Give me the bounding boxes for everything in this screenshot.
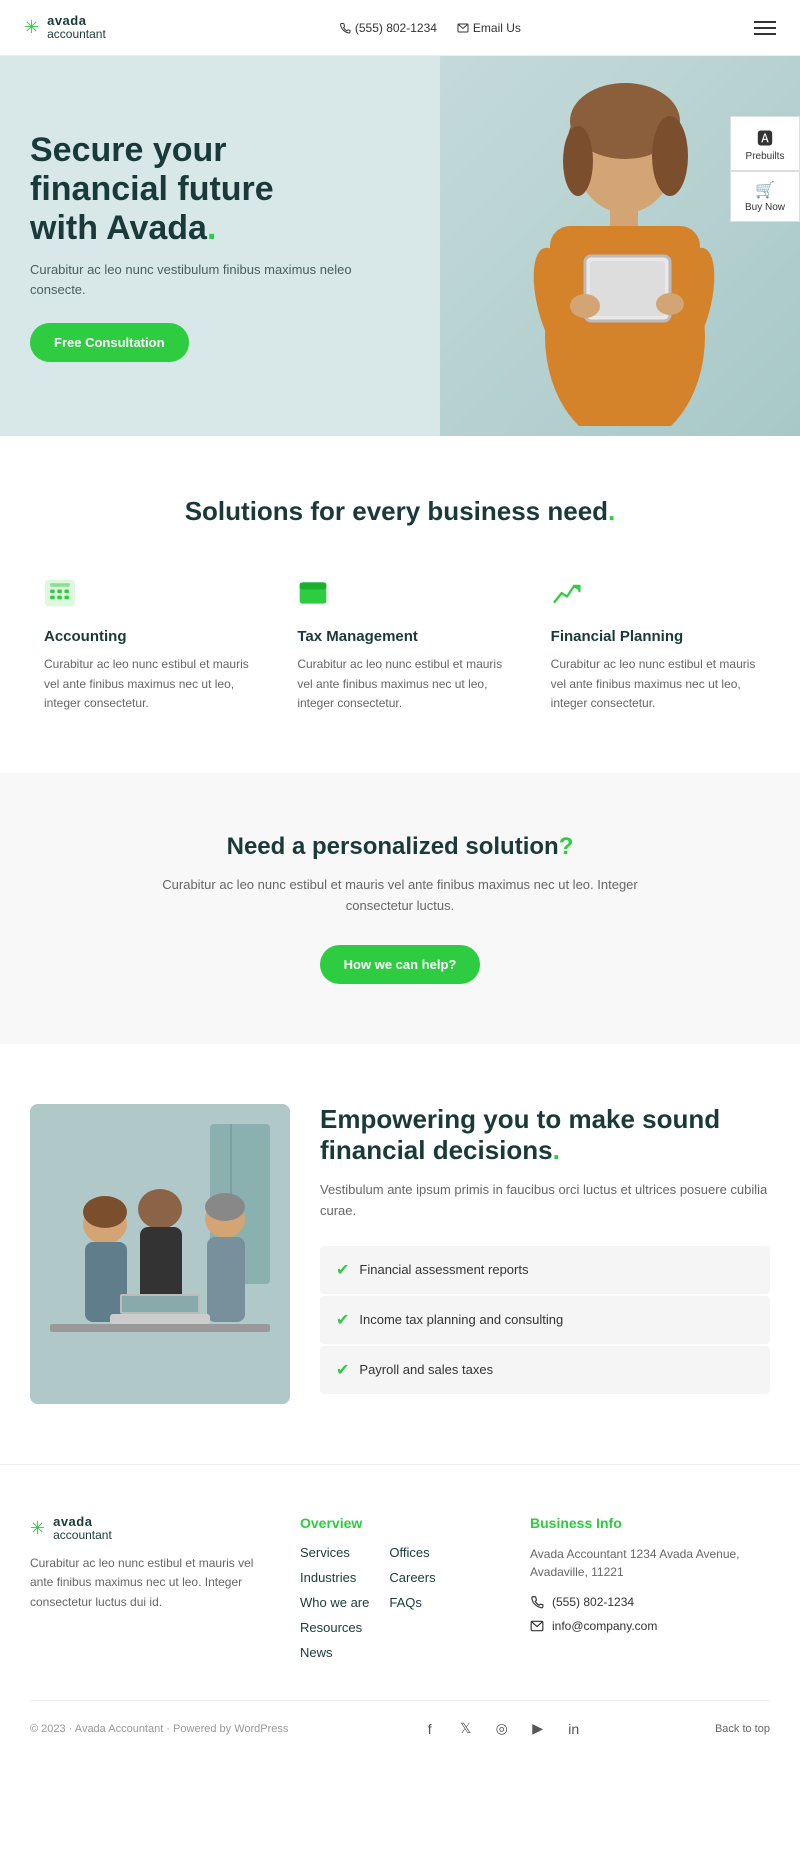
footer-phone-icon <box>530 1595 544 1609</box>
instagram-icon[interactable]: ◎ <box>490 1717 514 1741</box>
nav-offices[interactable]: Offices <box>389 1545 435 1560</box>
phone-icon <box>339 22 351 34</box>
accounting-desc: Curabitur ac leo nunc estibul et mauris … <box>44 655 249 713</box>
nav-news[interactable]: News <box>300 1645 369 1660</box>
footer-nav-heading: Overview <box>300 1515 500 1531</box>
financial-icon <box>551 577 756 614</box>
email-icon <box>457 22 469 34</box>
logo-text: avada accountant <box>47 14 106 41</box>
people-illustration <box>30 1104 290 1404</box>
solutions-heading: Solutions for every business need. <box>30 496 770 527</box>
footer-logo-sub: accountant <box>53 1529 112 1542</box>
logo: ✳ avada accountant <box>24 14 106 41</box>
free-consultation-button[interactable]: Free Consultation <box>30 323 189 362</box>
footer-email-row: info@company.com <box>530 1619 770 1633</box>
hero-section: 🅰 Prebuilts 🛒 Buy Now Secure your financ… <box>0 56 800 436</box>
twitter-icon[interactable]: 𝕏 <box>454 1717 478 1741</box>
financial-title: Financial Planning <box>551 628 756 645</box>
logo-star-icon: ✳ <box>24 17 39 38</box>
checklist-item-2: ✔ Income tax planning and consulting <box>320 1296 770 1344</box>
tax-desc: Curabitur ac leo nunc estibul et mauris … <box>297 655 502 713</box>
footer-nav-col1: Services Industries Who we are Resources… <box>300 1545 369 1660</box>
phone-contact: (555) 802-1234 <box>339 21 437 35</box>
footer-business-info: Business Info Avada Accountant 1234 Avad… <box>530 1515 770 1660</box>
hero-subtitle: Curabitur ac leo nunc vestibulum finibus… <box>30 260 370 299</box>
solutions-section: Solutions for every business need. Accou… <box>0 436 800 773</box>
nav-who-we-are[interactable]: Who we are <box>300 1595 369 1610</box>
hamburger-menu[interactable] <box>754 21 776 35</box>
empowering-desc: Vestibulum ante ipsum primis in faucibus… <box>320 1180 770 1222</box>
nav-careers[interactable]: Careers <box>389 1570 435 1585</box>
footer-logo: ✳ avada accountant <box>30 1515 270 1542</box>
copyright: © 2023 · Avada Accountant · Powered by W… <box>30 1723 288 1735</box>
footer-email-icon <box>530 1619 544 1633</box>
back-to-top-link[interactable]: Back to top <box>715 1723 770 1735</box>
financial-desc: Curabitur ac leo nunc estibul et mauris … <box>551 655 756 713</box>
linkedin-icon[interactable]: in <box>562 1717 586 1741</box>
footer-logo-star: ✳ <box>30 1518 45 1539</box>
footer-top: ✳ avada accountant Curabitur ac leo nunc… <box>30 1515 770 1660</box>
check-icon-2: ✔ <box>336 1310 349 1330</box>
footer-nav-grid: Services Industries Who we are Resources… <box>300 1545 500 1660</box>
checklist-item-3: ✔ Payroll and sales taxes <box>320 1346 770 1394</box>
checklist-item-1: ✔ Financial assessment reports <box>320 1246 770 1294</box>
financial-card: Financial Planning Curabitur ac leo nunc… <box>537 567 770 723</box>
youtube-icon[interactable]: ▶ <box>526 1717 550 1741</box>
footer-bottom: © 2023 · Avada Accountant · Powered by W… <box>30 1700 770 1741</box>
footer-phone: (555) 802-1234 <box>552 1595 634 1609</box>
accounting-title: Accounting <box>44 628 249 645</box>
footer-brand: ✳ avada accountant Curabitur ac leo nunc… <box>30 1515 270 1660</box>
tax-card: Tax Management Curabitur ac leo nunc est… <box>283 567 516 723</box>
personalized-desc: Curabitur ac leo nunc estibul et mauris … <box>150 875 650 917</box>
check-icon-3: ✔ <box>336 1360 349 1380</box>
email-link[interactable]: Email Us <box>457 21 521 35</box>
footer-nav-col2: Offices Careers FAQs <box>389 1545 435 1660</box>
empowering-content: Empowering you to make sound financial d… <box>320 1104 770 1396</box>
footer-biz-address: Avada Accountant 1234 Avada Avenue, Avad… <box>530 1545 770 1581</box>
tax-icon <box>297 577 502 614</box>
hero-image <box>440 56 800 436</box>
hero-illustration <box>470 66 770 426</box>
side-widget: 🅰 Prebuilts 🛒 Buy Now <box>730 116 800 222</box>
prebuilt-icon: 🅰 <box>741 125 789 149</box>
nav-resources[interactable]: Resources <box>300 1620 369 1635</box>
footer-email: info@company.com <box>552 1619 657 1633</box>
social-icons: f 𝕏 ◎ ▶ in <box>418 1717 586 1741</box>
logo-brand: avada <box>47 14 106 28</box>
how-we-help-button[interactable]: How we can help? <box>320 945 481 984</box>
accounting-card: Accounting Curabitur ac leo nunc estibul… <box>30 567 263 723</box>
footer-logo-text: avada accountant <box>53 1515 112 1542</box>
cart-icon: 🛒 <box>741 180 789 200</box>
footer-biz-heading: Business Info <box>530 1515 770 1531</box>
empowering-heading: Empowering you to make sound financial d… <box>320 1104 770 1166</box>
buy-now-button[interactable]: 🛒 Buy Now <box>730 171 800 222</box>
footer-nav: Overview Services Industries Who we are … <box>300 1515 500 1660</box>
solutions-cards: Accounting Curabitur ac leo nunc estibul… <box>30 567 770 723</box>
tax-title: Tax Management <box>297 628 502 645</box>
personalized-heading: Need a personalized solution? <box>30 833 770 861</box>
personalized-section: Need a personalized solution? Curabitur … <box>0 773 800 1044</box>
nav-services[interactable]: Services <box>300 1545 369 1560</box>
header: ✳ avada accountant (555) 802-1234 Email … <box>0 0 800 56</box>
nav-faqs[interactable]: FAQs <box>389 1595 435 1610</box>
footer-logo-brand: avada <box>53 1515 112 1529</box>
footer-phone-row: (555) 802-1234 <box>530 1595 770 1609</box>
hero-title: Secure your financial future with Avada. <box>30 131 370 248</box>
footer-brand-text: Curabitur ac leo nunc estibul et mauris … <box>30 1554 270 1612</box>
header-contact: (555) 802-1234 Email Us <box>339 21 521 35</box>
hero-content: Secure your financial future with Avada.… <box>30 131 370 362</box>
nav-industries[interactable]: Industries <box>300 1570 369 1585</box>
check-icon-1: ✔ <box>336 1260 349 1280</box>
empowering-section: Empowering you to make sound financial d… <box>0 1044 800 1464</box>
prebuilt-button[interactable]: 🅰 Prebuilts <box>730 116 800 171</box>
footer: ✳ avada accountant Curabitur ac leo nunc… <box>0 1464 800 1761</box>
checklist: ✔ Financial assessment reports ✔ Income … <box>320 1246 770 1396</box>
facebook-icon[interactable]: f <box>418 1717 442 1741</box>
accounting-icon <box>44 577 249 614</box>
empowering-image <box>30 1104 290 1404</box>
logo-sub: accountant <box>47 28 106 41</box>
